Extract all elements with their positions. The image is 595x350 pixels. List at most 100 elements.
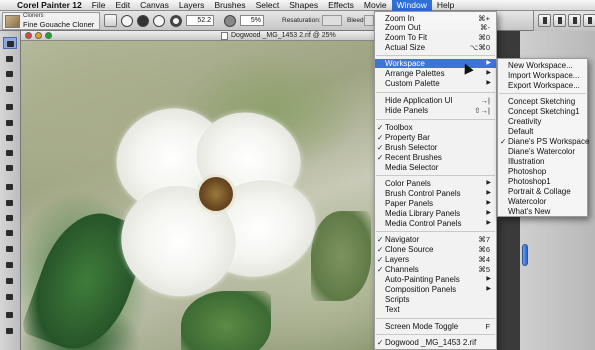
- size-field[interactable]: 52.2: [186, 15, 214, 26]
- menu-item-clone-source[interactable]: ✓ Clone Source ⌘6: [375, 245, 496, 254]
- menu-item-custom-palette[interactable]: Custom Palette ▶: [375, 79, 496, 88]
- menu-item-shortcut: ⌘4: [478, 255, 490, 264]
- pen-tool-icon[interactable]: [3, 181, 17, 193]
- scrollbar-thumb[interactable]: [522, 244, 528, 266]
- menu-item-paper-panels[interactable]: Paper Panels ▶: [375, 199, 496, 208]
- submenu-item-creativity[interactable]: Creativity: [498, 117, 587, 126]
- canvas-image[interactable]: [21, 41, 374, 350]
- menu-item-toolbox[interactable]: ✓ Toolbox: [375, 123, 496, 132]
- submenu-item-default[interactable]: Default: [498, 127, 587, 136]
- submenu-item-new-workspace[interactable]: New Workspace...: [498, 61, 587, 70]
- bleed-field[interactable]: [364, 15, 374, 26]
- menu-item-zoom-in[interactable]: Zoom In ⌘+: [375, 14, 496, 23]
- dodge-tool-icon[interactable]: [3, 291, 17, 303]
- menu-item-hide-panels[interactable]: Hide Panels ⇧→|: [375, 106, 496, 115]
- eraser-tool-icon[interactable]: [3, 83, 17, 95]
- menu-brushes[interactable]: Brushes: [209, 0, 250, 11]
- submenu-item-portrait-collage[interactable]: Portrait & Collage: [498, 187, 587, 196]
- menu-shapes[interactable]: Shapes: [284, 0, 323, 11]
- menu-item-zoom-to-fit[interactable]: Zoom To Fit ⌘0: [375, 33, 496, 42]
- brush-selector[interactable]: Cloners Fine Gouache Cloner: [2, 12, 100, 30]
- menu-select[interactable]: Select: [251, 0, 285, 11]
- shape-selection-icon[interactable]: [3, 227, 17, 239]
- rectangle-shape-icon[interactable]: [3, 197, 17, 209]
- menu-item-brush-selector[interactable]: ✓ Brush Selector: [375, 143, 496, 152]
- menu-item-property-bar[interactable]: ✓ Property Bar: [375, 133, 496, 142]
- close-window-icon[interactable]: [25, 32, 32, 39]
- library-icon[interactable]: [583, 14, 595, 27]
- submenu-item-whats-new[interactable]: What's New: [498, 207, 587, 216]
- cloner-tool-icon[interactable]: [3, 259, 17, 271]
- menu-item-open-document[interactable]: ✓ Dogwood _MG_1453 2.rif: [375, 338, 496, 347]
- stroke-type-icon[interactable]: [137, 15, 149, 27]
- minimize-window-icon[interactable]: [35, 32, 42, 39]
- app-menu[interactable]: Corel Painter 12: [14, 0, 87, 11]
- menu-item-media-control-panels[interactable]: Media Control Panels ▶: [375, 219, 496, 228]
- menu-item-hide-application-ui[interactable]: Hide Application UI →|: [375, 96, 496, 105]
- menu-item-shortcut: ⇧→|: [474, 106, 490, 115]
- menu-item-brush-control-panels[interactable]: Brush Control Panels ▶: [375, 189, 496, 198]
- layer-adjuster-icon[interactable]: [3, 101, 17, 113]
- resaturation-field[interactable]: [322, 15, 342, 26]
- menu-item-workspace[interactable]: Workspace ▶: [375, 59, 496, 68]
- menu-item-composition-panels[interactable]: Composition Panels ▶: [375, 285, 496, 294]
- property-bar: Cloners Fine Gouache Cloner 52.2 5% Resa…: [0, 11, 595, 31]
- submenu-item-import-workspace[interactable]: Import Workspace...: [498, 71, 587, 80]
- magic-wand-icon[interactable]: [3, 147, 17, 159]
- menu-effects[interactable]: Effects: [323, 0, 359, 11]
- opacity-field[interactable]: 5%: [240, 15, 264, 26]
- menu-item-navigator[interactable]: ✓ Navigator ⌘7: [375, 235, 496, 244]
- scissors-icon[interactable]: [3, 243, 17, 255]
- submenu-item-photoshop1[interactable]: Photoshop1: [498, 177, 587, 186]
- menu-item-zoom-out[interactable]: Zoom Out ⌘-: [375, 23, 496, 32]
- checkmark-icon: ✓: [500, 137, 507, 146]
- lasso-icon[interactable]: [3, 132, 17, 144]
- menu-item-arrange-palettes[interactable]: Arrange Palettes ▶: [375, 69, 496, 78]
- menu-item-color-panels[interactable]: Color Panels ▶: [375, 179, 496, 188]
- menu-item-layers[interactable]: ✓ Layers ⌘4: [375, 255, 496, 264]
- rect-select-icon[interactable]: [3, 117, 17, 129]
- submenu-item-dianes-ps-workspace[interactable]: ✓ Diane's PS Workspace: [498, 137, 589, 146]
- dab-type-icon[interactable]: [153, 15, 165, 27]
- submenu-item-photoshop[interactable]: Photoshop: [498, 167, 587, 176]
- grabber-tool-icon[interactable]: [3, 309, 17, 321]
- menu-item-channels[interactable]: ✓ Channels ⌘5: [375, 265, 496, 274]
- menu-item-media-selector[interactable]: Media Selector: [375, 163, 496, 172]
- menu-window[interactable]: Window: [391, 0, 432, 11]
- menu-item-scripts[interactable]: Scripts: [375, 295, 496, 304]
- menu-movie[interactable]: Movie: [359, 0, 392, 11]
- paint-bucket-icon[interactable]: [3, 68, 17, 80]
- magnifier-icon[interactable]: [3, 325, 17, 337]
- menu-item-screen-mode-toggle[interactable]: Screen Mode Toggle F: [375, 322, 496, 331]
- menu-item-media-library-panels[interactable]: Media Library Panels ▶: [375, 209, 496, 218]
- submenu-item-watercolor[interactable]: Watercolor: [498, 197, 587, 206]
- menu-item-auto-painting-panels[interactable]: Auto-Painting Panels ▶: [375, 275, 496, 284]
- brush-tool-icon[interactable]: [3, 37, 17, 49]
- crop-tool-icon[interactable]: [3, 162, 17, 174]
- menu-item-text[interactable]: Text: [375, 305, 496, 314]
- brush-dab-icon[interactable]: [121, 15, 133, 27]
- submenu-item-export-workspace[interactable]: Export Workspace...: [498, 81, 587, 90]
- menu-help[interactable]: Help: [432, 0, 459, 11]
- menu-item-actual-size[interactable]: Actual Size ⌥⌘0: [375, 43, 496, 52]
- text-tool-icon[interactable]: [3, 212, 17, 224]
- submenu-item-dianes-watercolor[interactable]: Diane's Watercolor: [498, 147, 587, 156]
- dropper-tool-icon[interactable]: [3, 53, 17, 65]
- menu-edit[interactable]: Edit: [110, 0, 135, 11]
- menu-item-label: Paper Panels: [385, 199, 434, 208]
- submenu-item-concept-sketching1[interactable]: Concept Sketching1: [498, 107, 587, 116]
- zoom-window-icon[interactable]: [45, 32, 52, 39]
- menu-layers[interactable]: Layers: [174, 0, 210, 11]
- menu-canvas[interactable]: Canvas: [135, 0, 174, 11]
- submenu-arrow-icon: ▶: [486, 190, 491, 196]
- submenu-item-illustration[interactable]: Illustration: [498, 157, 587, 166]
- paint-icon[interactable]: [553, 14, 566, 27]
- submenu-item-concept-sketching[interactable]: Concept Sketching: [498, 97, 587, 106]
- menu-file[interactable]: File: [87, 0, 111, 11]
- menu-item-recent-brushes[interactable]: ✓ Recent Brushes: [375, 153, 496, 162]
- submenu-arrow-icon: ▶: [486, 80, 491, 86]
- media-icon[interactable]: [568, 14, 581, 27]
- rubber-stamp-icon[interactable]: [3, 275, 17, 287]
- reset-brush-icon[interactable]: [104, 14, 117, 27]
- brush-selector-icon[interactable]: [538, 14, 551, 27]
